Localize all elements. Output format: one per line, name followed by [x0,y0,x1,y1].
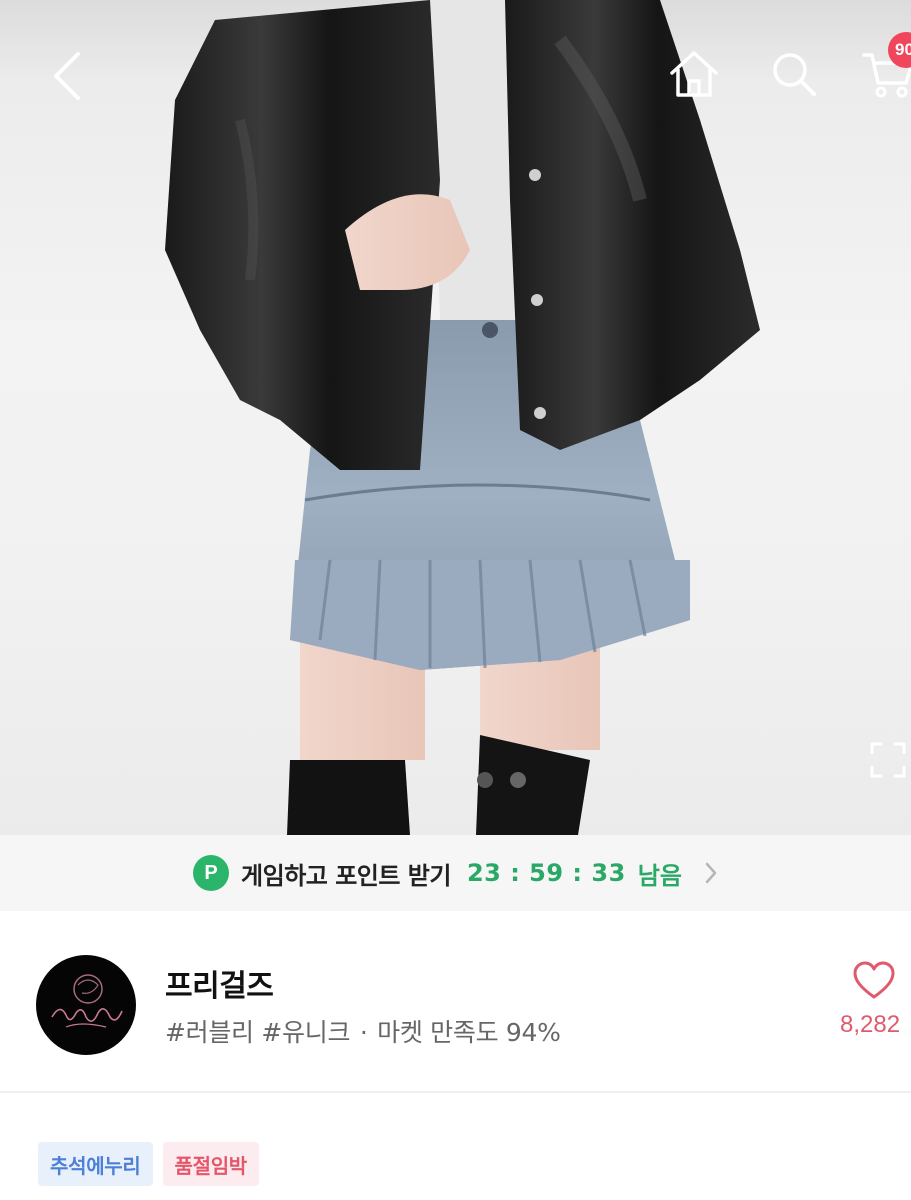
like-button[interactable] [852,961,911,1011]
shop-info: 프리걸즈 #러블리 #유니크 · 마켓 만족도 94% 8,282 [0,911,911,1091]
meta-separator: · [359,1018,368,1047]
shop-avatar[interactable] [36,955,136,1055]
shop-hashtags: #러블리 #유니크 [165,1018,351,1047]
search-icon [773,53,816,96]
like-count: 8,282 [840,1011,901,1038]
back-button[interactable] [40,44,96,108]
search-button[interactable] [764,44,824,104]
chevron-left-icon [54,52,80,100]
point-game-banner[interactable]: P 게임하고 포인트 받기 23 : 59 : 33 남음 [0,835,911,911]
fullscreen-icon [870,742,906,778]
badge-almost-sold-out: 품절임박 [162,1142,259,1186]
shop-meta: #러블리 #유니크 · 마켓 만족도 94% [165,1013,561,1049]
fullscreen-button[interactable] [868,740,911,790]
product-image[interactable]: 90 [0,0,911,835]
badge-chuseok-discount: 추석에누리 [38,1142,153,1186]
point-badge-icon: P [193,855,230,891]
chevron-right-icon [704,861,718,885]
countdown-suffix: 남음 [637,861,682,890]
shop-name[interactable]: 프리걸즈 [165,961,274,1005]
point-banner-label: 게임하고 포인트 받기 [241,861,451,890]
top-navigation: 90 [0,0,911,150]
heart-icon [853,961,895,999]
shop-logo-image [51,974,123,1028]
section-divider [0,1091,911,1093]
product-badges: 추석에누리 품절임박 [38,1142,259,1186]
home-button[interactable] [664,44,724,104]
market-satisfaction: 마켓 만족도 94% [377,1018,561,1047]
home-icon [670,51,718,97]
countdown-timer: 23 : 59 : 33 [466,859,626,887]
